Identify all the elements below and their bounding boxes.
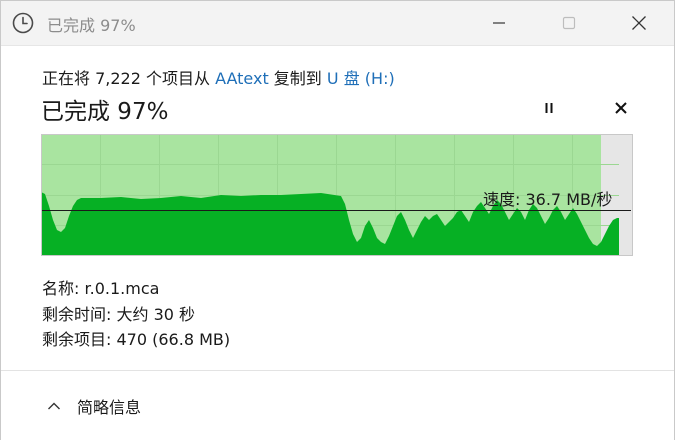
progress-title: 已完成 97% (41, 99, 169, 125)
pause-icon (545, 103, 553, 113)
copy-prefix: 正在将 7,222 个项目从 (42, 69, 216, 88)
detail-name-label: 名称: (42, 279, 80, 298)
source-folder-link[interactable]: AAtext (215, 69, 269, 88)
minimize-icon (493, 22, 505, 24)
maximize-button[interactable] (534, 1, 604, 45)
window-title: 已完成 97% (47, 16, 136, 35)
minimize-button[interactable] (464, 1, 534, 45)
copy-description: 正在将 7,222 个项目从 AAtext 复制到 U 盘 (H:) (42, 65, 395, 89)
title-bar: 已完成 97% (1, 1, 674, 46)
destination-drive-link[interactable]: U 盘 (H:) (327, 69, 395, 88)
dialog-content: 正在将 7,222 个项目从 AAtext 复制到 U 盘 (H:) 已完成 9… (1, 46, 674, 370)
detail-time-label: 剩余时间: (42, 305, 112, 324)
detail-items-label: 剩余项目: (42, 330, 112, 349)
fewer-details-toggle[interactable]: 简略信息 (47, 393, 141, 419)
cancel-button[interactable] (609, 96, 633, 120)
detail-time-row: 剩余时间: 大约 30 秒 (42, 301, 195, 325)
detail-time-value: 大约 30 秒 (116, 305, 196, 324)
detail-items-row: 剩余项目: 470 (66.8 MB) (42, 326, 230, 350)
maximize-icon (562, 16, 576, 30)
detail-name-row: 名称: r.0.1.mca (42, 275, 159, 299)
close-icon (632, 16, 646, 30)
pause-button[interactable] (537, 96, 561, 120)
chevron-up-icon (48, 402, 60, 410)
copy-progress-dialog: 已完成 97% 正在将 7,222 个项目从 AAtext 复制到 U 盘 (H… (0, 0, 675, 440)
detail-items-value: 470 (66.8 MB) (116, 330, 231, 349)
fewer-details-label: 简略信息 (77, 398, 142, 417)
cancel-icon (615, 102, 627, 114)
speed-label: 速度: 36.7 MB/秒 (483, 190, 613, 209)
copy-middle: 复制到 (268, 69, 327, 88)
detail-name-value: r.0.1.mca (84, 279, 160, 298)
clock-icon (12, 12, 34, 34)
close-button[interactable] (604, 1, 674, 45)
dialog-footer: 简略信息 (1, 370, 674, 440)
